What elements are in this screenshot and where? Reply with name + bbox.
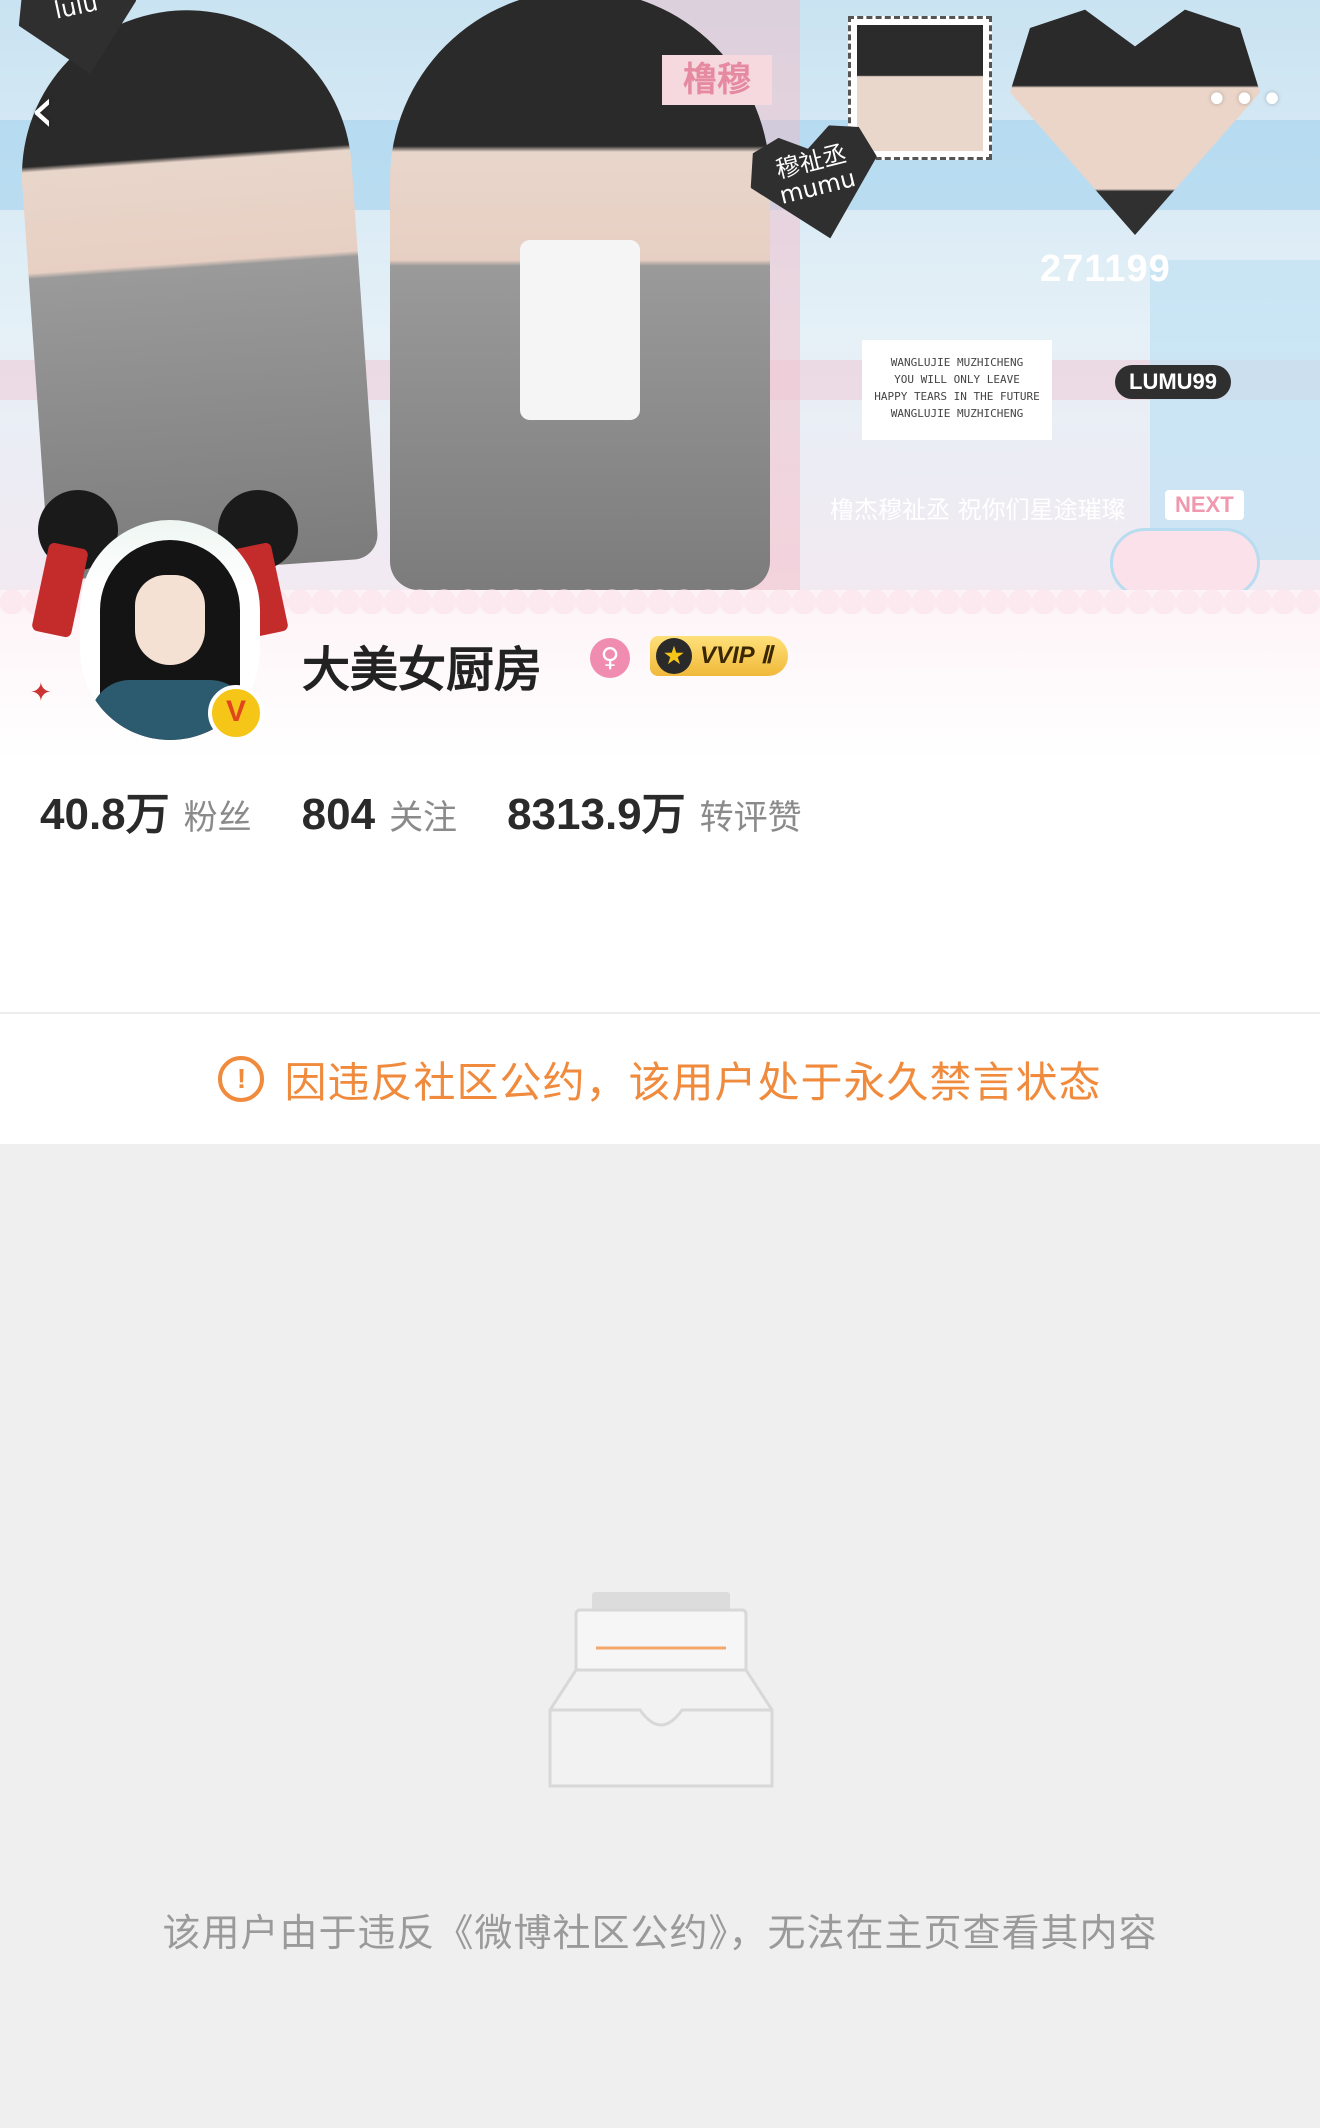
empty-state-message: 该用户由于违反《微博社区公约》，无法在主页查看其内容 bbox=[162, 1911, 1158, 1955]
warning-icon: ! bbox=[218, 1056, 265, 1102]
stat-label: 转评赞 bbox=[699, 798, 802, 838]
female-gender-icon: ♀ bbox=[590, 638, 630, 678]
stat-value: 8313.9万 bbox=[507, 790, 686, 839]
stat-label: 粉丝 bbox=[183, 798, 252, 838]
profile-stats: 40.8万 粉丝 804 关注 8313.9万 转评赞 bbox=[40, 778, 852, 842]
stat-label: 关注 bbox=[389, 798, 458, 838]
ban-warning-bar: ! 因违反社区公约，该用户处于永久禁言状态 bbox=[0, 1012, 1320, 1144]
back-icon[interactable]: ‹ bbox=[30, 79, 80, 141]
note-line: YOU WILL ONLY LEAVE bbox=[894, 373, 1020, 386]
more-options-icon[interactable]: ••• bbox=[1205, 80, 1285, 140]
cover-polaroid bbox=[848, 16, 992, 160]
stat-followers[interactable]: 40.8万 粉丝 bbox=[40, 778, 252, 842]
stat-interactions[interactable]: 8313.9万 转评赞 bbox=[507, 778, 802, 842]
note-line: HAPPY TEARS IN THE FUTURE bbox=[874, 390, 1040, 403]
crown-icon: ★ bbox=[656, 638, 692, 674]
avatar[interactable]: ✦ V bbox=[30, 490, 298, 741]
cover-note-card: WANGLUJIE MUZHICHENG YOU WILL ONLY LEAVE… bbox=[862, 340, 1052, 440]
vip-label: VVIP Ⅱ bbox=[700, 642, 773, 669]
sparkle-icon: ✦ bbox=[30, 678, 52, 708]
cover-name-plate: 橹穆 bbox=[662, 55, 772, 105]
stat-following[interactable]: 804 关注 bbox=[302, 790, 457, 840]
note-line: WANGLUJIE MUZHICHENG bbox=[890, 407, 1024, 420]
username: 大美女厨房 bbox=[302, 642, 543, 698]
cover-number: 271199 bbox=[1040, 248, 1171, 290]
note-line: WANGLUJIE MUZHICHENG bbox=[890, 356, 1024, 369]
cover-badge: LUMU99 bbox=[1115, 365, 1232, 399]
cover-next-tag: NEXT bbox=[1165, 490, 1244, 520]
cover-blessing-text: 橹杰穆祉丞 祝你们星途璀璨 bbox=[830, 496, 1126, 524]
ban-warning-text: 因违反社区公约，该用户处于永久禁言状态 bbox=[284, 1057, 1102, 1107]
stat-value: 804 bbox=[301, 790, 376, 839]
verified-badge-icon: V bbox=[208, 685, 264, 741]
stat-value: 40.8万 bbox=[40, 790, 170, 839]
vip-badge[interactable]: ★ VVIP Ⅱ bbox=[650, 636, 789, 676]
empty-inbox-icon bbox=[548, 1592, 774, 1788]
